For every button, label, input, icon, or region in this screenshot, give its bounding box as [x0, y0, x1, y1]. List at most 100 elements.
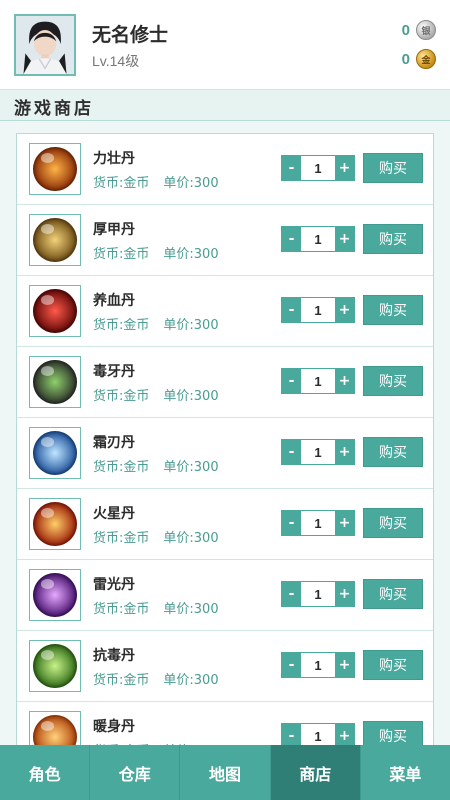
increase-button[interactable]: + — [335, 369, 354, 393]
buy-button[interactable]: 购买 — [363, 295, 423, 325]
item-currency: 货币:金币 — [93, 531, 150, 546]
quantity-stepper: - + — [281, 581, 355, 607]
quantity-stepper: - + — [281, 439, 355, 465]
fire-orb-icon[interactable] — [29, 143, 81, 195]
item-name: 毒牙丹 — [93, 364, 135, 380]
item-orb — [33, 147, 77, 191]
decrease-button[interactable]: - — [282, 511, 301, 535]
quantity-stepper: - + — [281, 510, 355, 536]
increase-button[interactable]: + — [335, 298, 354, 322]
decrease-button[interactable]: - — [282, 582, 301, 606]
buy-button[interactable]: 购买 — [363, 579, 423, 609]
player-level: Lv.14级 — [92, 53, 140, 69]
item-orb — [33, 715, 77, 745]
item-orb — [33, 360, 77, 404]
quantity-input[interactable] — [301, 440, 335, 464]
quantity-stepper: - + — [281, 297, 355, 323]
item-currency: 货币:金币 — [93, 389, 150, 404]
quantity-input[interactable] — [301, 724, 335, 745]
decrease-button[interactable]: - — [282, 653, 301, 677]
quantity-input[interactable] — [301, 511, 335, 535]
item-price: 单价:300 — [163, 673, 219, 688]
item-name: 抗毒丹 — [93, 648, 135, 664]
increase-button[interactable]: + — [335, 653, 354, 677]
decrease-button[interactable]: - — [282, 227, 301, 251]
section-title-bar: 游戏商店 — [0, 90, 450, 121]
decrease-button[interactable]: - — [282, 156, 301, 180]
antidote-orb-icon[interactable] — [29, 640, 81, 692]
item-meta: 货币:金币单价:300 — [93, 172, 219, 191]
item-orb — [33, 573, 77, 617]
quantity-input[interactable] — [301, 653, 335, 677]
item-name: 厚甲丹 — [93, 222, 135, 238]
item-price: 单价:300 — [163, 602, 219, 617]
buy-button[interactable]: 购买 — [363, 366, 423, 396]
buy-button[interactable]: 购买 — [363, 721, 423, 745]
nav-tab[interactable]: 商店 — [270, 745, 361, 800]
item-name: 霜刃丹 — [93, 435, 135, 451]
item-orb — [33, 289, 77, 333]
quantity-input[interactable] — [301, 156, 335, 180]
nav-tab[interactable]: 地图 — [180, 745, 271, 800]
item-currency: 货币:金币 — [93, 673, 150, 688]
gold-currency: 0 金 — [402, 49, 436, 69]
quantity-stepper: - + — [281, 723, 355, 745]
item-price: 单价:300 — [163, 460, 219, 475]
item-price: 单价:300 — [163, 318, 219, 333]
blood-orb-icon[interactable] — [29, 285, 81, 337]
app-root: 无名修士 Lv.14级 0 银 0 金 游戏商店 力壮丹 货币:金币 单价:300… — [0, 0, 450, 800]
nav-tab[interactable]: 菜单 — [361, 745, 450, 800]
quantity-input[interactable] — [301, 227, 335, 251]
item-orb — [33, 644, 77, 688]
shop-scroll-area[interactable]: 力壮丹 货币:金币单价:300 - + 购买 厚甲丹 货币:金币单价:300 -… — [0, 121, 450, 745]
nav-tab[interactable]: 角色 — [0, 745, 91, 800]
shop-item-row: 火星丹 货币:金币单价:300 - + 购买 — [17, 489, 433, 560]
avatar[interactable] — [14, 14, 76, 76]
earth-orb-icon[interactable] — [29, 214, 81, 266]
increase-button[interactable]: + — [335, 511, 354, 535]
buy-button[interactable]: 购买 — [363, 650, 423, 680]
warm-orb-icon[interactable] — [29, 711, 81, 745]
page-title: 游戏商店 — [14, 99, 94, 119]
item-price: 单价:300 — [163, 389, 219, 404]
decrease-button[interactable]: - — [282, 298, 301, 322]
player-name: 无名修士 — [92, 24, 169, 46]
gold-coin-icon: 金 — [416, 49, 436, 69]
quantity-input[interactable] — [301, 369, 335, 393]
shop-item-row: 毒牙丹 货币:金币单价:300 - + 购买 — [17, 347, 433, 418]
shop-item-row: 暖身丹 货币:金币单价:300 - + 购买 — [17, 702, 433, 745]
item-name: 火星丹 — [93, 506, 135, 522]
increase-button[interactable]: + — [335, 156, 354, 180]
silver-amount: 0 — [401, 21, 410, 39]
item-price: 单价:300 — [163, 176, 219, 191]
nav-tab[interactable]: 仓库 — [90, 745, 181, 800]
quantity-stepper: - + — [281, 155, 355, 181]
shop-item-row: 力壮丹 货币:金币单价:300 - + 购买 — [17, 134, 433, 205]
player-header: 无名修士 Lv.14级 0 银 0 金 — [0, 0, 450, 90]
buy-button[interactable]: 购买 — [363, 437, 423, 467]
item-orb — [33, 502, 77, 546]
quantity-input[interactable] — [301, 582, 335, 606]
flame-orb-icon[interactable] — [29, 498, 81, 550]
item-currency: 货币:金币 — [93, 460, 150, 475]
buy-button[interactable]: 购买 — [363, 508, 423, 538]
quantity-input[interactable] — [301, 298, 335, 322]
poison-orb-icon[interactable] — [29, 356, 81, 408]
increase-button[interactable]: + — [335, 227, 354, 251]
increase-button[interactable]: + — [335, 582, 354, 606]
increase-button[interactable]: + — [335, 440, 354, 464]
item-name: 力壮丹 — [93, 151, 135, 167]
item-currency: 货币:金币 — [93, 602, 150, 617]
item-meta: 货币:金币单价:300 — [93, 527, 219, 546]
increase-button[interactable]: + — [335, 724, 354, 745]
item-meta: 货币:金币单价:300 — [93, 669, 219, 688]
buy-button[interactable]: 购买 — [363, 224, 423, 254]
decrease-button[interactable]: - — [282, 724, 301, 745]
buy-button[interactable]: 购买 — [363, 153, 423, 183]
decrease-button[interactable]: - — [282, 440, 301, 464]
thunder-orb-icon[interactable] — [29, 569, 81, 621]
frost-orb-icon[interactable] — [29, 427, 81, 479]
shop-item-row: 养血丹 货币:金币单价:300 - + 购买 — [17, 276, 433, 347]
decrease-button[interactable]: - — [282, 369, 301, 393]
item-name: 雷光丹 — [93, 577, 135, 593]
